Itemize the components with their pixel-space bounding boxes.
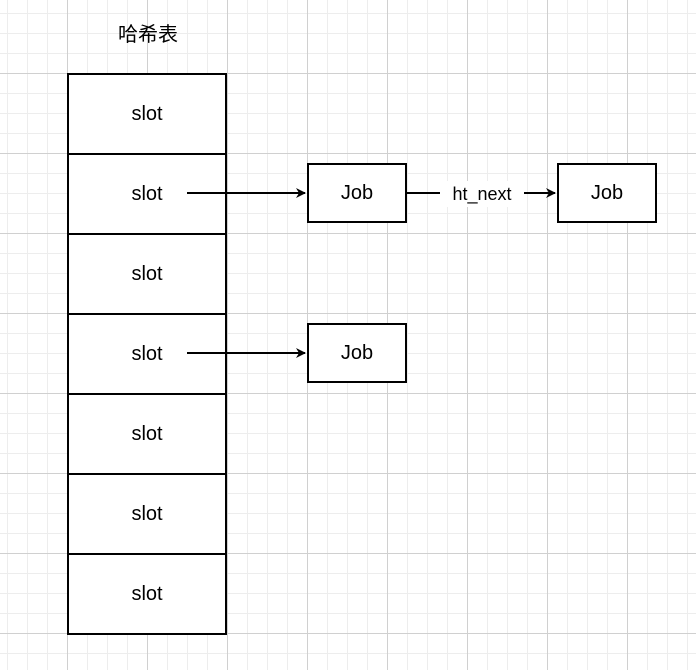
slot-cell: slot — [69, 235, 225, 315]
job-node: Job — [307, 323, 407, 383]
job-node: Job — [557, 163, 657, 223]
slot-cell: slot — [69, 555, 225, 635]
job-node: Job — [307, 163, 407, 223]
slot-cell: slot — [69, 315, 225, 395]
slot-cell: slot — [69, 75, 225, 155]
slot-cell: slot — [69, 395, 225, 475]
ht-next-label: ht_next — [440, 181, 524, 207]
hash-table: slot slot slot slot slot slot slot — [67, 73, 227, 635]
hash-table-title: 哈希表 — [118, 22, 178, 46]
slot-cell: slot — [69, 155, 225, 235]
slot-cell: slot — [69, 475, 225, 555]
